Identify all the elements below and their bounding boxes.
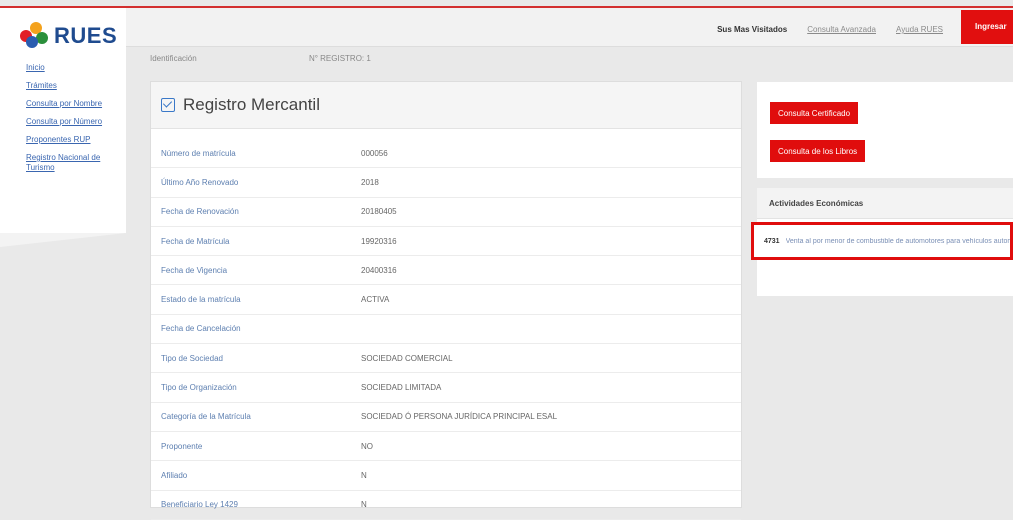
- sidebar-link-home[interactable]: Inicio: [26, 63, 121, 73]
- row-label: Beneficiario Ley 1429: [161, 500, 238, 510]
- table-row: Fecha de Matrícula 19920316: [151, 227, 741, 257]
- row-label: Estado de la matrícula: [161, 295, 241, 305]
- row-value: 2018: [361, 177, 379, 187]
- header-bar: Sus Mas Visitados Consulta Avanzada Ayud…: [126, 8, 1013, 47]
- breadcrumb: Identificación N° REGISTRO: 1: [150, 54, 481, 63]
- row-label: Número de matrícula: [161, 148, 236, 158]
- table-row: Último Año Renovado 2018: [151, 168, 741, 198]
- row-label: Tipo de Organización: [161, 383, 237, 393]
- sidebar-link-procedures[interactable]: Trámites: [26, 81, 121, 91]
- breadcrumb-right: N° REGISTRO: 1: [308, 54, 371, 63]
- row-value: NO: [361, 441, 373, 451]
- row-label: Categoría de la Matrícula: [161, 412, 251, 422]
- table-row: Tipo de Organización SOCIEDAD LIMITADA: [151, 373, 741, 403]
- row-label: Fecha de Matrícula: [161, 236, 230, 246]
- row-value: 20180405: [361, 207, 397, 217]
- sidebar-tail: [0, 233, 126, 247]
- table-row: Tipo de Sociedad SOCIEDAD COMERCIAL: [151, 344, 741, 374]
- nav-most-visited[interactable]: Sus Mas Visitados: [717, 25, 787, 34]
- detail-table: Número de matrícula 000056 Último Año Reno…: [151, 139, 741, 520]
- row-value: N: [361, 500, 367, 510]
- books-button[interactable]: Consulta de los Libros: [770, 140, 866, 162]
- logo[interactable]: RUES: [20, 22, 117, 50]
- row-label: Afiliado: [161, 470, 188, 480]
- row-value: SOCIEDAD COMERCIAL: [361, 353, 453, 363]
- panel-title: Registro Mercantil: [183, 95, 320, 114]
- row-label: Proponente: [161, 441, 203, 451]
- row-label: Tipo de Sociedad: [161, 353, 223, 363]
- panel-header: Registro Mercantil: [151, 82, 741, 129]
- table-row: Número de matrícula 000056: [151, 139, 741, 169]
- row-label: Último Año Renovado: [161, 177, 239, 187]
- sidebar-link-tourism[interactable]: Registro Nacional de Turismo: [26, 153, 121, 173]
- row-value: 20400316: [361, 265, 397, 275]
- checkbox-icon: [161, 98, 175, 112]
- sidebar-link-by-number[interactable]: Consulta por Número: [26, 117, 121, 127]
- sidebar-links: Inicio Trámites Consulta por Nombre Cons…: [26, 63, 121, 181]
- row-value: SOCIEDAD Ó PERSONA JURÍDICA PRINCIPAL ES…: [361, 412, 558, 422]
- row-value: 19920316: [361, 236, 397, 246]
- row-value: ACTIVA: [361, 295, 390, 305]
- activity-text: Venta al por menor de combustible de aut…: [785, 237, 1010, 245]
- actions-panel: Consulta Certificado Consulta de los Lib…: [757, 82, 1013, 178]
- table-row: Categoría de la Matrícula SOCIEDAD Ó PERS…: [151, 403, 741, 432]
- nav-help[interactable]: Ayuda RUES: [896, 25, 943, 34]
- row-value: N: [361, 470, 367, 480]
- login-button[interactable]: Ingresar: [961, 10, 1013, 44]
- row-label: Fecha de Cancelación: [161, 324, 241, 334]
- row-value: 000056: [361, 148, 388, 158]
- row-label: Fecha de Vigencia: [161, 265, 228, 275]
- activity-item: 4731 Venta al por menor de combustible d…: [751, 222, 1013, 260]
- table-row: Afiliado N: [151, 461, 741, 491]
- sidebar-link-by-name[interactable]: Consulta por Nombre: [26, 99, 121, 109]
- logo-text: RUES: [54, 23, 118, 48]
- table-row: Estado de la matrícula ACTIVA: [151, 285, 741, 315]
- breadcrumb-left: Identificación: [150, 54, 197, 63]
- registry-panel: Registro Mercantil Número de matrícula 00…: [150, 81, 742, 520]
- logo-icon: [20, 22, 50, 50]
- row-value: SOCIEDAD LIMITADA: [361, 383, 442, 393]
- header-nav: Sus Mas Visitados Consulta Avanzada Ayud…: [717, 25, 943, 34]
- sidebar-link-rup[interactable]: Proponentes RUP: [26, 135, 121, 145]
- row-label: Fecha de Renovación: [161, 207, 239, 217]
- nav-advanced-search[interactable]: Consulta Avanzada: [807, 25, 876, 34]
- table-row: Proponente NO: [151, 432, 741, 462]
- certificate-button[interactable]: Consulta Certificado: [770, 102, 859, 124]
- activities-title: Actividades Económicas: [757, 188, 1013, 219]
- sidebar: RUES Inicio Trámites Consulta por Nombre…: [0, 8, 126, 233]
- table-row: Fecha de Vigencia 20400316: [151, 256, 741, 286]
- activities-panel: Actividades Económicas 4731 Venta al por…: [751, 188, 1013, 296]
- table-row: Beneficiario Ley 1429 N: [151, 491, 741, 520]
- table-row: Fecha de Renovación 20180405: [151, 198, 741, 227]
- activity-code: 4731: [764, 237, 780, 245]
- table-row: Fecha de Cancelación: [151, 315, 741, 345]
